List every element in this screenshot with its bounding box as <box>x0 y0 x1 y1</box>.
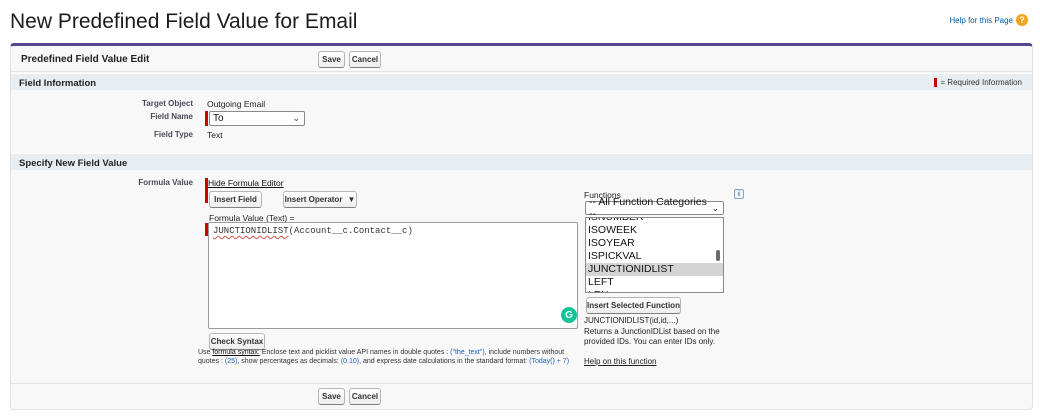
chevron-down-icon: ⌄ <box>292 113 300 123</box>
syntax-example-date: (Today() + 7) <box>529 358 570 365</box>
syntax-help-text-3: , show percentages as decimals: <box>237 358 341 365</box>
insert-operator-label: Insert Operator <box>284 195 343 204</box>
syntax-help-text-4: , and express date calculations in the s… <box>359 358 530 365</box>
insert-operator-button[interactable]: Insert Operator ▼ <box>283 191 357 208</box>
formula-function-name: JUNCTIONIDLIST <box>213 226 289 236</box>
insert-field-button[interactable]: Insert Field <box>209 191 262 208</box>
panel-footer: Save Cancel <box>11 383 1032 409</box>
save-button-top[interactable]: Save <box>318 51 345 68</box>
specify-new-value-title: Specify New Field Value <box>19 158 128 169</box>
field-type-label: Field Type <box>154 130 193 139</box>
syntax-example-text: ("the_text") <box>450 349 485 356</box>
cancel-button-top[interactable]: Cancel <box>349 51 381 68</box>
formula-arguments: (Account__c.Contact__c) <box>288 226 413 236</box>
caret-down-icon: ▼ <box>347 195 356 204</box>
required-legend: = Required Information <box>934 78 1022 87</box>
function-list-item[interactable]: LEFT <box>586 276 723 289</box>
formula-textarea[interactable]: JUNCTIONIDLIST(Account__c.Contact__c) G <box>208 222 578 329</box>
field-name-label: Field Name <box>150 112 193 121</box>
formula-syntax-link[interactable]: formula syntax: <box>212 349 259 356</box>
field-name-required-marker <box>205 111 208 126</box>
function-description: Returns a JunctionIDList based on the pr… <box>584 327 720 346</box>
function-list-item[interactable]: ISPICKVAL <box>586 250 723 263</box>
help-link-label[interactable]: Help for this Page <box>949 16 1013 25</box>
page-title: New Predefined Field Value for Email <box>10 10 358 33</box>
required-marker-icon <box>934 78 938 87</box>
function-signature: JUNCTIONIDLIST(id,id,...) <box>584 316 679 325</box>
function-list-item[interactable]: ISOYEAR <box>586 237 723 250</box>
formula-value-label: Formula Value <box>138 178 193 187</box>
function-list-item[interactable]: ISOWEEK <box>586 224 723 237</box>
function-category-select[interactable]: -- All Function Categories -- ⌄ <box>585 196 724 220</box>
info-icon[interactable]: i <box>734 189 744 199</box>
listbox-scrollbar-thumb[interactable] <box>716 250 720 261</box>
target-object-label: Target Object <box>142 99 193 108</box>
field-information-header: Field Information = Required Information <box>11 73 1032 90</box>
function-list-item[interactable]: LEN <box>586 289 723 292</box>
target-object-value: Outgoing Email <box>207 99 266 109</box>
formula-content: JUNCTIONIDLIST(Account__c.Contact__c) <box>213 226 413 236</box>
specify-new-value-header: Specify New Field Value <box>11 153 1032 170</box>
grammarly-icon[interactable]: G <box>561 307 577 323</box>
insert-selected-function-button[interactable]: Insert Selected Function <box>586 297 681 314</box>
edit-panel: Predefined Field Value Edit Save Cancel … <box>10 43 1033 410</box>
save-button-bottom[interactable]: Save <box>318 388 345 405</box>
field-name-select[interactable]: To ⌄ <box>209 111 305 126</box>
syntax-example-number: (25) <box>224 358 238 365</box>
syntax-help-text-1: Enclose text and picklist value API name… <box>259 349 451 356</box>
panel-title: Predefined Field Value Edit <box>21 54 150 65</box>
field-name-selected-value: To <box>213 113 224 124</box>
functions-list: ISNUMBER ISOWEEK ISOYEAR ISPICKVAL JUNCTIONI… <box>586 218 723 292</box>
formula-syntax-help: Use formula syntax: Enclose text and pic… <box>198 348 586 366</box>
required-legend-text: = Required Information <box>940 78 1022 87</box>
syntax-help-prefix: Use <box>198 349 213 356</box>
field-type-value: Text <box>207 130 223 140</box>
panel-header: Predefined Field Value Edit Save Cancel <box>11 46 1032 72</box>
hide-formula-editor-link[interactable]: Hide Formula Editor <box>208 178 284 188</box>
cancel-button-bottom[interactable]: Cancel <box>349 388 381 405</box>
help-for-this-page-link[interactable]: Help for this Page ? <box>949 14 1028 26</box>
functions-listbox[interactable]: ISNUMBER ISOWEEK ISOYEAR ISPICKVAL JUNCTIONI… <box>585 217 724 293</box>
chevron-down-icon: ⌄ <box>711 202 719 213</box>
help-on-function-link[interactable]: Help on this function <box>584 357 657 367</box>
function-list-item[interactable]: ISNUMBER <box>586 218 723 224</box>
question-circle-icon[interactable]: ? <box>1016 14 1028 26</box>
syntax-example-percent: (0.10) <box>340 358 360 365</box>
function-list-item[interactable]: JUNCTIONIDLIST <box>586 263 723 276</box>
field-information-title: Field Information <box>19 78 97 89</box>
